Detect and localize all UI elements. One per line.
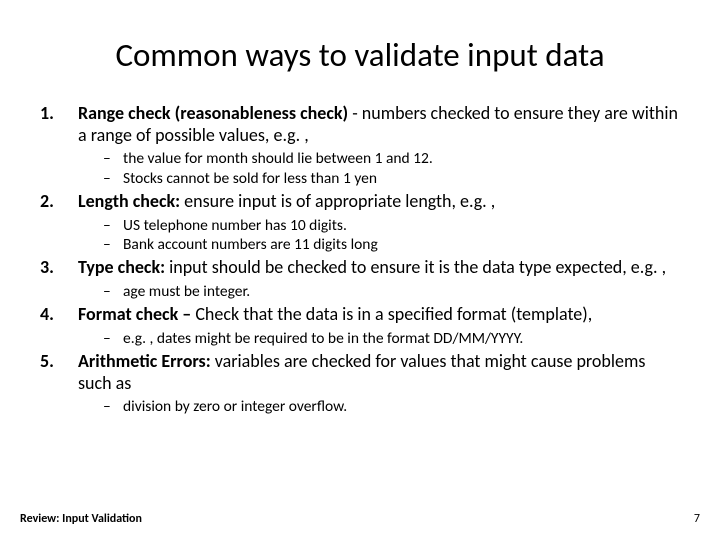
item-text: Length check: ensure input is of appropr…	[78, 191, 680, 213]
item-text: Type check: input should be checked to e…	[78, 257, 680, 279]
list-item: Format check – Check that the data is in…	[40, 304, 680, 348]
sub-list: age must be integer.	[78, 282, 680, 301]
item-bold: Arithmetic Errors:	[78, 350, 211, 372]
item-text: Arithmetic Errors: variables are checked…	[78, 351, 680, 394]
sub-item: age must be integer.	[103, 282, 680, 301]
sub-list: division by zero or integer overflow.	[78, 397, 680, 416]
sub-list: the value for month should lie between 1…	[78, 149, 680, 188]
item-bold: Length check:	[78, 190, 180, 212]
item-text: Format check – Check that the data is in…	[78, 304, 680, 326]
sub-item: Bank account numbers are 11 digits long	[103, 235, 680, 254]
item-bold: Type check:	[78, 256, 165, 278]
item-bold: Range check (reasonableness check)	[78, 102, 348, 124]
item-text: Range check (reasonableness check) - num…	[78, 103, 680, 146]
sub-item: US telephone number has 10 digits.	[103, 216, 680, 235]
sub-item: Stocks cannot be sold for less than 1 ye…	[103, 169, 680, 188]
sub-item: e.g. , dates might be required to be in …	[103, 329, 680, 348]
item-rest: input should be checked to ensure it is …	[165, 256, 666, 278]
item-bold: Format check –	[78, 303, 191, 325]
slide-footer: Review: Input Validation 7	[20, 512, 700, 526]
sub-item: the value for month should lie between 1…	[103, 149, 680, 168]
sub-list: e.g. , dates might be required to be in …	[78, 329, 680, 348]
footer-left: Review: Input Validation	[20, 512, 142, 526]
item-rest: Check that the data is in a specified fo…	[191, 303, 592, 325]
sub-item: division by zero or integer overflow.	[103, 397, 680, 416]
validation-list: Range check (reasonableness check) - num…	[40, 103, 680, 417]
slide-title: Common ways to validate input data	[40, 35, 680, 75]
page-number: 7	[694, 512, 700, 526]
sub-list: US telephone number has 10 digits. Bank …	[78, 216, 680, 255]
list-item: Length check: ensure input is of appropr…	[40, 191, 680, 254]
list-item: Arithmetic Errors: variables are checked…	[40, 351, 680, 417]
list-item: Range check (reasonableness check) - num…	[40, 103, 680, 188]
item-rest: ensure input is of appropriate length, e…	[180, 190, 495, 212]
list-item: Type check: input should be checked to e…	[40, 257, 680, 301]
